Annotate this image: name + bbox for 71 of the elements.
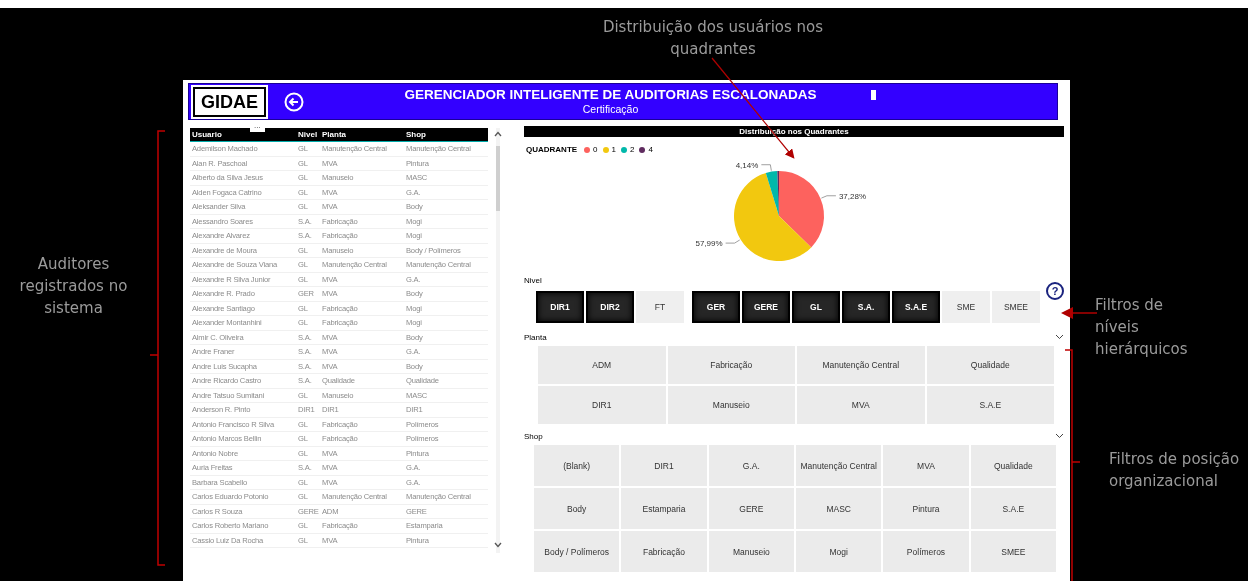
scrollbar-thumb[interactable] xyxy=(496,146,500,211)
chevron-down-icon[interactable] xyxy=(1055,433,1064,439)
slice-label: 57,99% xyxy=(695,239,723,249)
level-filter-button[interactable]: SME xyxy=(942,291,990,323)
scroll-up-icon[interactable] xyxy=(494,131,502,137)
filter-label: Shop xyxy=(524,431,543,441)
level-filter-button[interactable]: DIR2 xyxy=(586,291,634,323)
shop-filter-button[interactable]: Manuseio xyxy=(708,531,794,572)
chevron-down-icon[interactable] xyxy=(1055,334,1064,340)
annotation-text: Filtros de posição organizacional xyxy=(1109,449,1241,492)
plant-filter-button[interactable]: S.A.E xyxy=(926,386,1054,424)
annotation-text: Filtros de níveis hierárquicos xyxy=(1095,295,1189,360)
shop-filter-button[interactable]: Manutenção Central xyxy=(796,445,882,486)
shop-filter-button[interactable]: Body / Polímeros xyxy=(534,531,620,572)
shop-filter-button[interactable]: G.A. xyxy=(708,445,794,486)
level-filter-button[interactable]: GERE xyxy=(742,291,790,323)
shop-filter-button[interactable]: Polímeros xyxy=(883,531,969,572)
shop-filter-button[interactable]: GERE xyxy=(708,488,794,529)
annotation-arrow xyxy=(1061,307,1098,319)
shop-filter-button[interactable]: MASC xyxy=(796,488,882,529)
leader-line xyxy=(821,195,837,199)
column-header[interactable]: Planta xyxy=(322,130,406,139)
shop-filter-button[interactable]: Fabricação xyxy=(621,531,707,572)
shop-filter-button[interactable]: Estamparia xyxy=(621,488,707,529)
filter-label: Planta xyxy=(524,332,547,342)
level-filter-button[interactable]: GL xyxy=(792,291,840,323)
plant-filter-button[interactable]: Qualidade xyxy=(926,346,1054,384)
shop-filter-button[interactable]: S.A.E xyxy=(970,488,1056,529)
plant-filter-button[interactable]: Fabricação xyxy=(667,346,795,384)
plant-filter-button[interactable]: ADM xyxy=(538,346,666,384)
legend-label: 1 xyxy=(611,145,616,154)
plant-filter-button[interactable]: Manuseio xyxy=(667,386,795,424)
column-header[interactable]: Usuario xyxy=(192,130,298,139)
shop-filter-button[interactable]: (Blank) xyxy=(534,445,620,486)
shop-filter-button[interactable]: Qualidade xyxy=(970,445,1056,486)
pie-slice[interactable] xyxy=(734,172,812,261)
logo: GIDAE xyxy=(193,86,266,117)
plant-filter-button[interactable]: Manutenção Central xyxy=(797,346,925,384)
shop-filter-button[interactable]: SMEE xyxy=(970,531,1056,572)
pie-slice[interactable] xyxy=(779,171,824,248)
legend-label: 4 xyxy=(648,145,653,154)
level-filter-button[interactable]: SMEE xyxy=(992,291,1040,323)
slice-label: 37,28% xyxy=(838,191,867,201)
slice-label: 4,14% xyxy=(735,160,759,170)
app-subtitle: Certificação xyxy=(581,103,640,116)
shop-filter-button[interactable]: Body xyxy=(534,488,620,529)
level-filter-button[interactable]: GER xyxy=(692,291,740,323)
column-header[interactable]: Shop xyxy=(406,130,490,139)
indicator-icon xyxy=(871,90,876,100)
annotation-text: Auditores registrados no sistema xyxy=(18,253,129,319)
level-filter-button[interactable]: S.A. xyxy=(842,291,890,323)
help-icon[interactable]: ? xyxy=(1046,281,1064,300)
level-filter-button[interactable]: DIR1 xyxy=(536,291,584,323)
filter-label: Nivel xyxy=(524,275,542,285)
level-filter-button[interactable]: FT xyxy=(636,291,684,323)
legend-title: QUADRANTE xyxy=(526,145,578,154)
shop-filter-button[interactable]: Pintura xyxy=(883,488,969,529)
plant-filter-button[interactable]: MVA xyxy=(797,386,925,424)
level-filter-button[interactable]: S.A.E xyxy=(892,291,940,323)
annotation-text: Distribuição dos usuários nos quadrantes xyxy=(601,17,825,60)
plant-filter-button[interactable]: DIR1 xyxy=(538,386,666,424)
leader-line xyxy=(760,164,772,172)
legend-label: 0 xyxy=(593,145,598,154)
scroll-down-icon[interactable] xyxy=(494,542,502,548)
shop-filter-button[interactable]: Mogi xyxy=(796,531,882,572)
legend-label: 2 xyxy=(630,145,635,154)
column-header[interactable]: Nivel xyxy=(298,130,322,139)
leader-line xyxy=(725,239,741,244)
pie-slice[interactable] xyxy=(765,171,779,216)
shop-filter-button[interactable]: MVA xyxy=(883,445,969,486)
shop-filter-button[interactable]: DIR1 xyxy=(621,445,707,486)
